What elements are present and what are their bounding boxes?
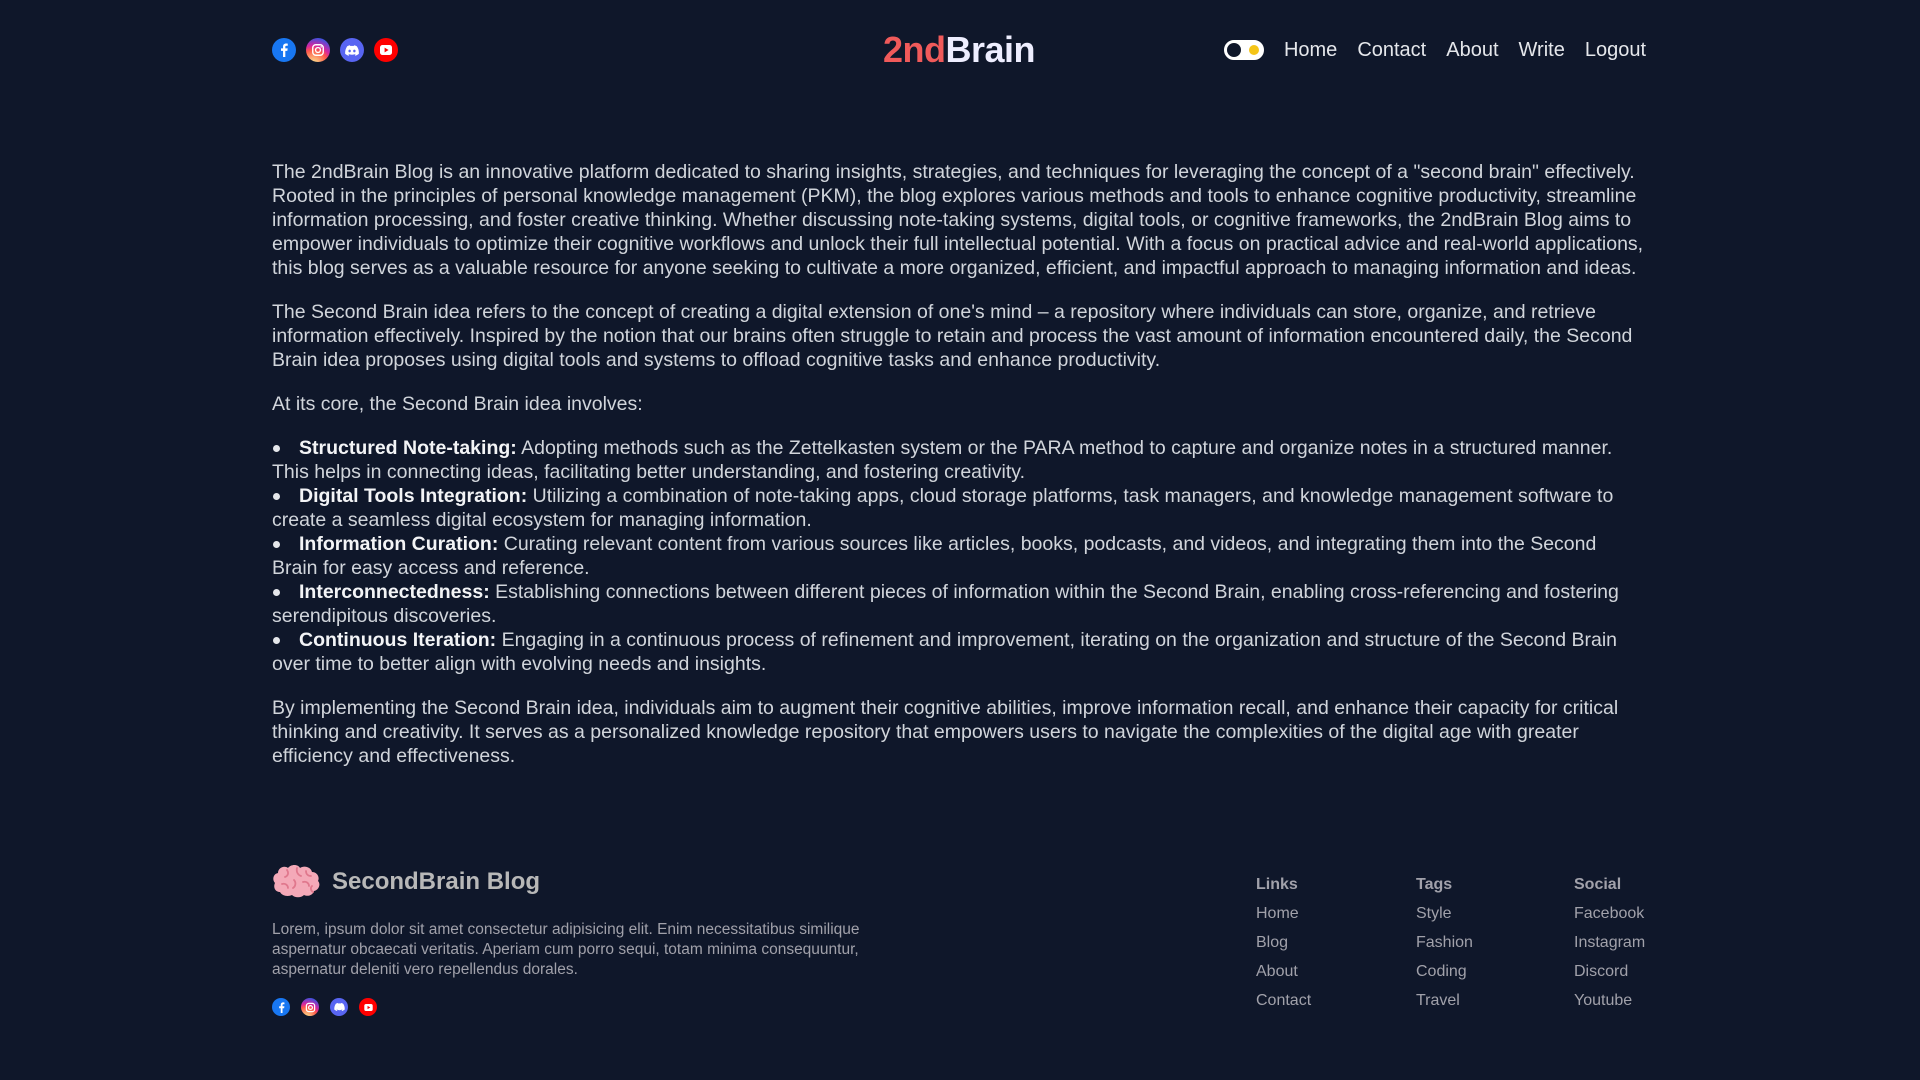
instagram-icon[interactable] [301, 998, 319, 1016]
youtube-icon[interactable] [374, 38, 398, 62]
list-item: Information Curation: Curating relevant … [272, 532, 1646, 580]
footer-brand: SecondBrain Blog [272, 862, 922, 902]
footer-col-social: Social Facebook Instagram Discord Youtub… [1574, 876, 1674, 1021]
footer-social-links [272, 998, 922, 1016]
nav-link-about[interactable]: About [1446, 39, 1498, 62]
footer-brand-name: SecondBrain Blog [332, 868, 541, 895]
instagram-icon[interactable] [306, 38, 330, 62]
footer-col-tags: Tags Style Fashion Coding Travel [1416, 876, 1574, 1021]
list-item: Digital Tools Integration: Utilizing a c… [272, 484, 1646, 532]
footer-col-title: Social [1574, 876, 1622, 893]
nav-link-contact[interactable]: Contact [1357, 39, 1426, 62]
intro-paragraph: The 2ndBrain Blog is an innovative platf… [272, 161, 1644, 279]
list-item-title: Interconnectedness: [299, 581, 490, 603]
site-logo[interactable]: 2ndBrain [882, 29, 1036, 71]
logo-main-text: Brain [945, 29, 1036, 70]
footer-social-discord[interactable]: Discord [1574, 963, 1674, 981]
list-item: Continuous Iteration: Engaging in a cont… [272, 628, 1646, 676]
second-brain-paragraph: The Second Brain idea refers to the conc… [272, 301, 1633, 371]
toggle-knob [1226, 43, 1241, 57]
navbar: 2ndBrain Home Contact About Write Logout [272, 0, 1646, 100]
discord-icon[interactable] [340, 38, 364, 62]
about-content: The 2ndBrain Blog is an innovative platf… [272, 160, 1646, 768]
footer: SecondBrain Blog Lorem, ipsum dolor sit … [272, 862, 1646, 1016]
discord-icon[interactable] [330, 998, 348, 1016]
footer-link-home[interactable]: Home [1256, 905, 1416, 923]
conclusion-paragraph: By implementing the Second Brain idea, i… [272, 697, 1619, 767]
sun-icon [1248, 45, 1259, 55]
footer-tag-style[interactable]: Style [1416, 905, 1574, 923]
footer-columns: Links Home Blog About Contact Tags Style… [1256, 876, 1674, 1021]
nav-link-home[interactable]: Home [1284, 39, 1337, 62]
nav-link-logout[interactable]: Logout [1585, 39, 1646, 62]
footer-info: SecondBrain Blog Lorem, ipsum dolor sit … [272, 862, 922, 1016]
footer-link-contact[interactable]: Contact [1256, 992, 1416, 1010]
footer-social-instagram[interactable]: Instagram [1574, 934, 1674, 952]
youtube-icon[interactable] [359, 998, 377, 1016]
footer-link-about[interactable]: About [1256, 963, 1416, 981]
facebook-icon[interactable] [272, 38, 296, 62]
footer-tag-travel[interactable]: Travel [1416, 992, 1574, 1010]
list-item-title: Structured Note-taking: [299, 437, 517, 459]
footer-social-youtube[interactable]: Youtube [1574, 992, 1674, 1010]
navbar-social-links [272, 38, 398, 62]
logo-accent-text: 2nd [882, 29, 946, 70]
brain-icon [273, 865, 320, 898]
nav-menu: Home Contact About Write Logout [1223, 39, 1646, 62]
theme-toggle[interactable] [1223, 40, 1264, 60]
footer-social-facebook[interactable]: Facebook [1574, 905, 1674, 923]
footer-col-title: Tags [1416, 876, 1453, 893]
footer-description: Lorem, ipsum dolor sit amet consectetur … [272, 921, 860, 978]
facebook-icon[interactable] [272, 998, 290, 1016]
list-item-title: Continuous Iteration: [299, 629, 497, 651]
list-intro: At its core, the Second Brain idea invol… [272, 393, 643, 415]
list-item-title: Information Curation: [299, 533, 499, 555]
footer-col-links: Links Home Blog About Contact [1256, 876, 1416, 1021]
list-item: Structured Note-taking: Adopting methods… [272, 436, 1646, 484]
nav-link-write[interactable]: Write [1519, 39, 1565, 62]
list-item: Interconnectedness: Establishing connect… [272, 580, 1646, 628]
footer-col-title: Links [1256, 876, 1298, 893]
footer-tag-coding[interactable]: Coding [1416, 963, 1574, 981]
list-item-title: Digital Tools Integration: [299, 485, 528, 507]
footer-tag-fashion[interactable]: Fashion [1416, 934, 1574, 952]
footer-link-blog[interactable]: Blog [1256, 934, 1416, 952]
concept-list: Structured Note-taking: Adopting methods… [272, 436, 1646, 676]
